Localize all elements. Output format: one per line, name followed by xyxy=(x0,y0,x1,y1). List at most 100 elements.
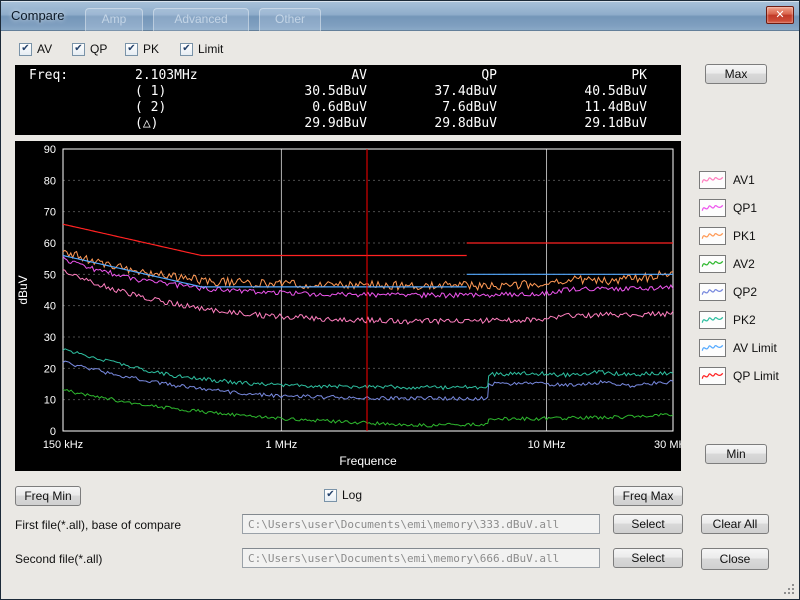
trace-qp2 xyxy=(63,361,673,400)
legend-label: PK1 xyxy=(733,229,756,243)
checkbox-log-label: Log xyxy=(342,488,362,502)
second-file-path-input[interactable] xyxy=(242,548,600,568)
legend-label: QP Limit xyxy=(733,369,779,383)
y-tick-label: 30 xyxy=(44,332,56,344)
checkmark-icon: ✔ xyxy=(180,43,193,56)
background-tab-amp: Amp xyxy=(85,8,143,31)
y-tick-label: 90 xyxy=(44,144,56,156)
legend-item-av2: AV2 xyxy=(699,255,779,273)
col-header-qp: QP xyxy=(367,68,497,84)
max-button[interactable]: Max xyxy=(705,64,767,84)
readout-cell: 30.5dBuV xyxy=(231,84,367,100)
titlebar[interactable]: Amp Advanced Other Compare ✕ xyxy=(1,1,799,31)
qp2-trace-icon xyxy=(699,283,726,301)
x-tick-label: 10 MHz xyxy=(528,439,566,451)
checkmark-icon: ✔ xyxy=(72,43,85,56)
first-file-select-button[interactable]: Select xyxy=(613,514,683,534)
row-label: ( 2) xyxy=(135,100,231,116)
y-axis-title: dBuV xyxy=(16,275,30,304)
checkbox-pk[interactable]: ✔ PK xyxy=(125,42,159,56)
checkbox-limit[interactable]: ✔ Limit xyxy=(180,42,223,56)
background-tab-other: Other xyxy=(259,8,321,31)
clear-all-button[interactable]: Clear All xyxy=(701,514,769,534)
close-button[interactable]: ✕ xyxy=(766,6,794,24)
legend: AV1 QP1 PK1 AV2 QP2 PK2 AV Limit QP Lim xyxy=(699,171,779,385)
x-axis-title: Frequence xyxy=(339,454,397,468)
first-file-path-input[interactable] xyxy=(242,514,600,534)
y-tick-label: 10 xyxy=(44,395,56,407)
legend-label: AV1 xyxy=(733,173,755,187)
legend-item-pk2: PK2 xyxy=(699,311,779,329)
legend-item-qp2: QP2 xyxy=(699,283,779,301)
col-header-pk: PK xyxy=(497,68,647,84)
freq-min-button[interactable]: Freq Min xyxy=(15,486,81,506)
qp1-trace-icon xyxy=(699,199,726,217)
y-tick-label: 70 xyxy=(44,207,56,219)
pk2-trace-icon xyxy=(699,311,726,329)
row-label: ( 1) xyxy=(135,84,231,100)
checkbox-av[interactable]: ✔ AV xyxy=(19,42,52,56)
y-tick-label: 20 xyxy=(44,363,56,375)
y-tick-label: 60 xyxy=(44,238,56,250)
legend-label: QP2 xyxy=(733,285,757,299)
readout-cell: 7.6dBuV xyxy=(367,100,497,116)
readout-cell: 29.1dBuV xyxy=(497,116,647,132)
checkbox-pk-label: PK xyxy=(143,42,159,56)
qp-limit-trace-icon xyxy=(699,367,726,385)
x-tick-label: 150 kHz xyxy=(43,439,83,451)
freq-value: 2.103MHz xyxy=(135,68,231,84)
freq-label: Freq: xyxy=(25,68,135,84)
checkbox-qp[interactable]: ✔ QP xyxy=(72,42,107,56)
window-title: Compare xyxy=(11,1,64,31)
readout-row-2: ( 2) 0.6dBuV 7.6dBuV 11.4dBuV xyxy=(15,100,681,116)
row-label: (△) xyxy=(135,116,231,132)
checkmark-icon: ✔ xyxy=(324,489,337,502)
close-dialog-button[interactable]: Close xyxy=(701,548,769,570)
legend-item-qp-limit: QP Limit xyxy=(699,367,779,385)
checkmark-icon: ✔ xyxy=(19,43,32,56)
y-tick-label: 50 xyxy=(44,269,56,281)
spectrum-chart[interactable]: 0 10 20 30 40 50 60 70 80 90 150 kHz 1 MHz 10 MHz 30 … xyxy=(15,141,681,471)
y-tick-label: 0 xyxy=(50,426,56,438)
checkbox-av-label: AV xyxy=(37,42,52,56)
readout-cell: 11.4dBuV xyxy=(497,100,647,116)
checkbox-qp-label: QP xyxy=(90,42,107,56)
marker-readout-panel: Freq: 2.103MHz AV QP PK ( 1) 30.5dBuV 37… xyxy=(15,65,681,135)
legend-item-qp1: QP1 xyxy=(699,199,779,217)
readout-cell: 29.8dBuV xyxy=(367,116,497,132)
y-tick-label: 40 xyxy=(44,301,56,313)
resize-grip[interactable] xyxy=(783,583,795,595)
checkbox-limit-label: Limit xyxy=(198,42,223,56)
readout-cell: 0.6dBuV xyxy=(231,100,367,116)
av1-trace-icon xyxy=(699,171,726,189)
readout-header-row: Freq: 2.103MHz AV QP PK xyxy=(15,68,681,84)
trace-av2 xyxy=(63,390,673,427)
freq-max-button[interactable]: Freq Max xyxy=(613,486,683,506)
legend-label: PK2 xyxy=(733,313,756,327)
close-icon: ✕ xyxy=(775,9,784,21)
min-button[interactable]: Min xyxy=(705,444,767,464)
av2-trace-icon xyxy=(699,255,726,273)
second-file-label: Second file(*.all) xyxy=(15,552,102,566)
chart-panel[interactable]: 0 10 20 30 40 50 60 70 80 90 150 kHz 1 MHz 10 MHz 30 … xyxy=(15,141,681,471)
background-tab-advanced: Advanced xyxy=(153,8,249,31)
y-tick-label: 80 xyxy=(44,175,56,187)
legend-item-av1: AV1 xyxy=(699,171,779,189)
second-file-select-button[interactable]: Select xyxy=(613,548,683,568)
pk1-trace-icon xyxy=(699,227,726,245)
plot-border xyxy=(63,149,673,431)
readout-cell: 37.4dBuV xyxy=(367,84,497,100)
legend-label: QP1 xyxy=(733,201,757,215)
trace-qp-limit xyxy=(63,224,467,255)
trace-pk2 xyxy=(63,349,673,390)
legend-label: AV2 xyxy=(733,257,755,271)
x-tick-label: 30 MHz xyxy=(654,439,681,451)
readout-cell: 29.9dBuV xyxy=(231,116,367,132)
legend-item-pk1: PK1 xyxy=(699,227,779,245)
x-tick-label: 1 MHz xyxy=(266,439,298,451)
checkmark-icon: ✔ xyxy=(125,43,138,56)
readout-row-1: ( 1) 30.5dBuV 37.4dBuV 40.5dBuV xyxy=(15,84,681,100)
col-header-av: AV xyxy=(231,68,367,84)
checkbox-log[interactable]: ✔ Log xyxy=(324,488,362,502)
legend-item-av-limit: AV Limit xyxy=(699,339,779,357)
